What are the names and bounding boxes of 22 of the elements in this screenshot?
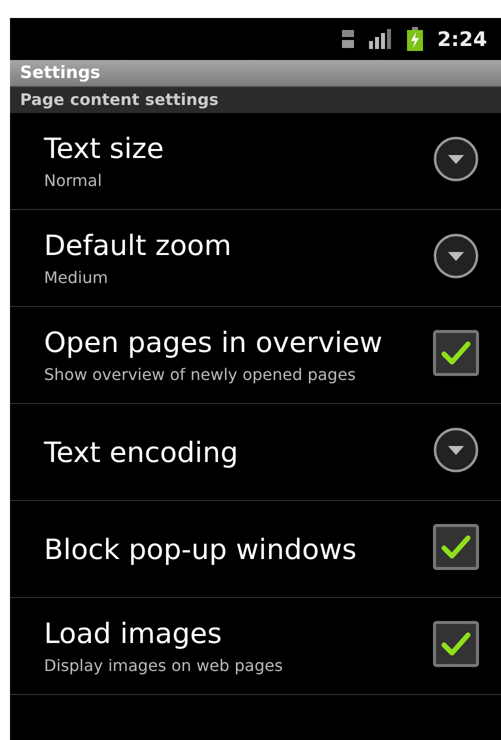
checkbox[interactable] <box>433 621 479 667</box>
setting-summary: Medium <box>44 268 109 287</box>
battery-charging-icon <box>407 27 424 51</box>
section-header: Page content settings <box>10 87 501 113</box>
setting-title: Load images <box>44 617 223 650</box>
checkbox[interactable] <box>433 330 479 376</box>
dropdown-icon[interactable] <box>433 136 479 182</box>
title-bar: Settings <box>10 60 501 87</box>
clock-time: 2:24 <box>437 27 487 51</box>
setting-title: Text encoding <box>44 436 240 468</box>
setting-title: Block pop-up windows <box>44 532 358 566</box>
dropdown-icon[interactable] <box>433 233 479 279</box>
setting-summary: Show overview of newly opened pages <box>44 365 357 384</box>
network-3g-icon <box>341 28 356 50</box>
dropdown-icon[interactable] <box>433 427 479 473</box>
setting-title: Text size <box>44 132 165 165</box>
signal-icon <box>369 29 394 49</box>
setting-title: Default zoom <box>44 229 232 262</box>
setting-summary: Normal <box>44 171 103 190</box>
setting-title: Open pages in overview <box>44 326 384 359</box>
setting-summary: Display images on web pages <box>44 656 284 675</box>
checkbox[interactable] <box>433 524 479 570</box>
